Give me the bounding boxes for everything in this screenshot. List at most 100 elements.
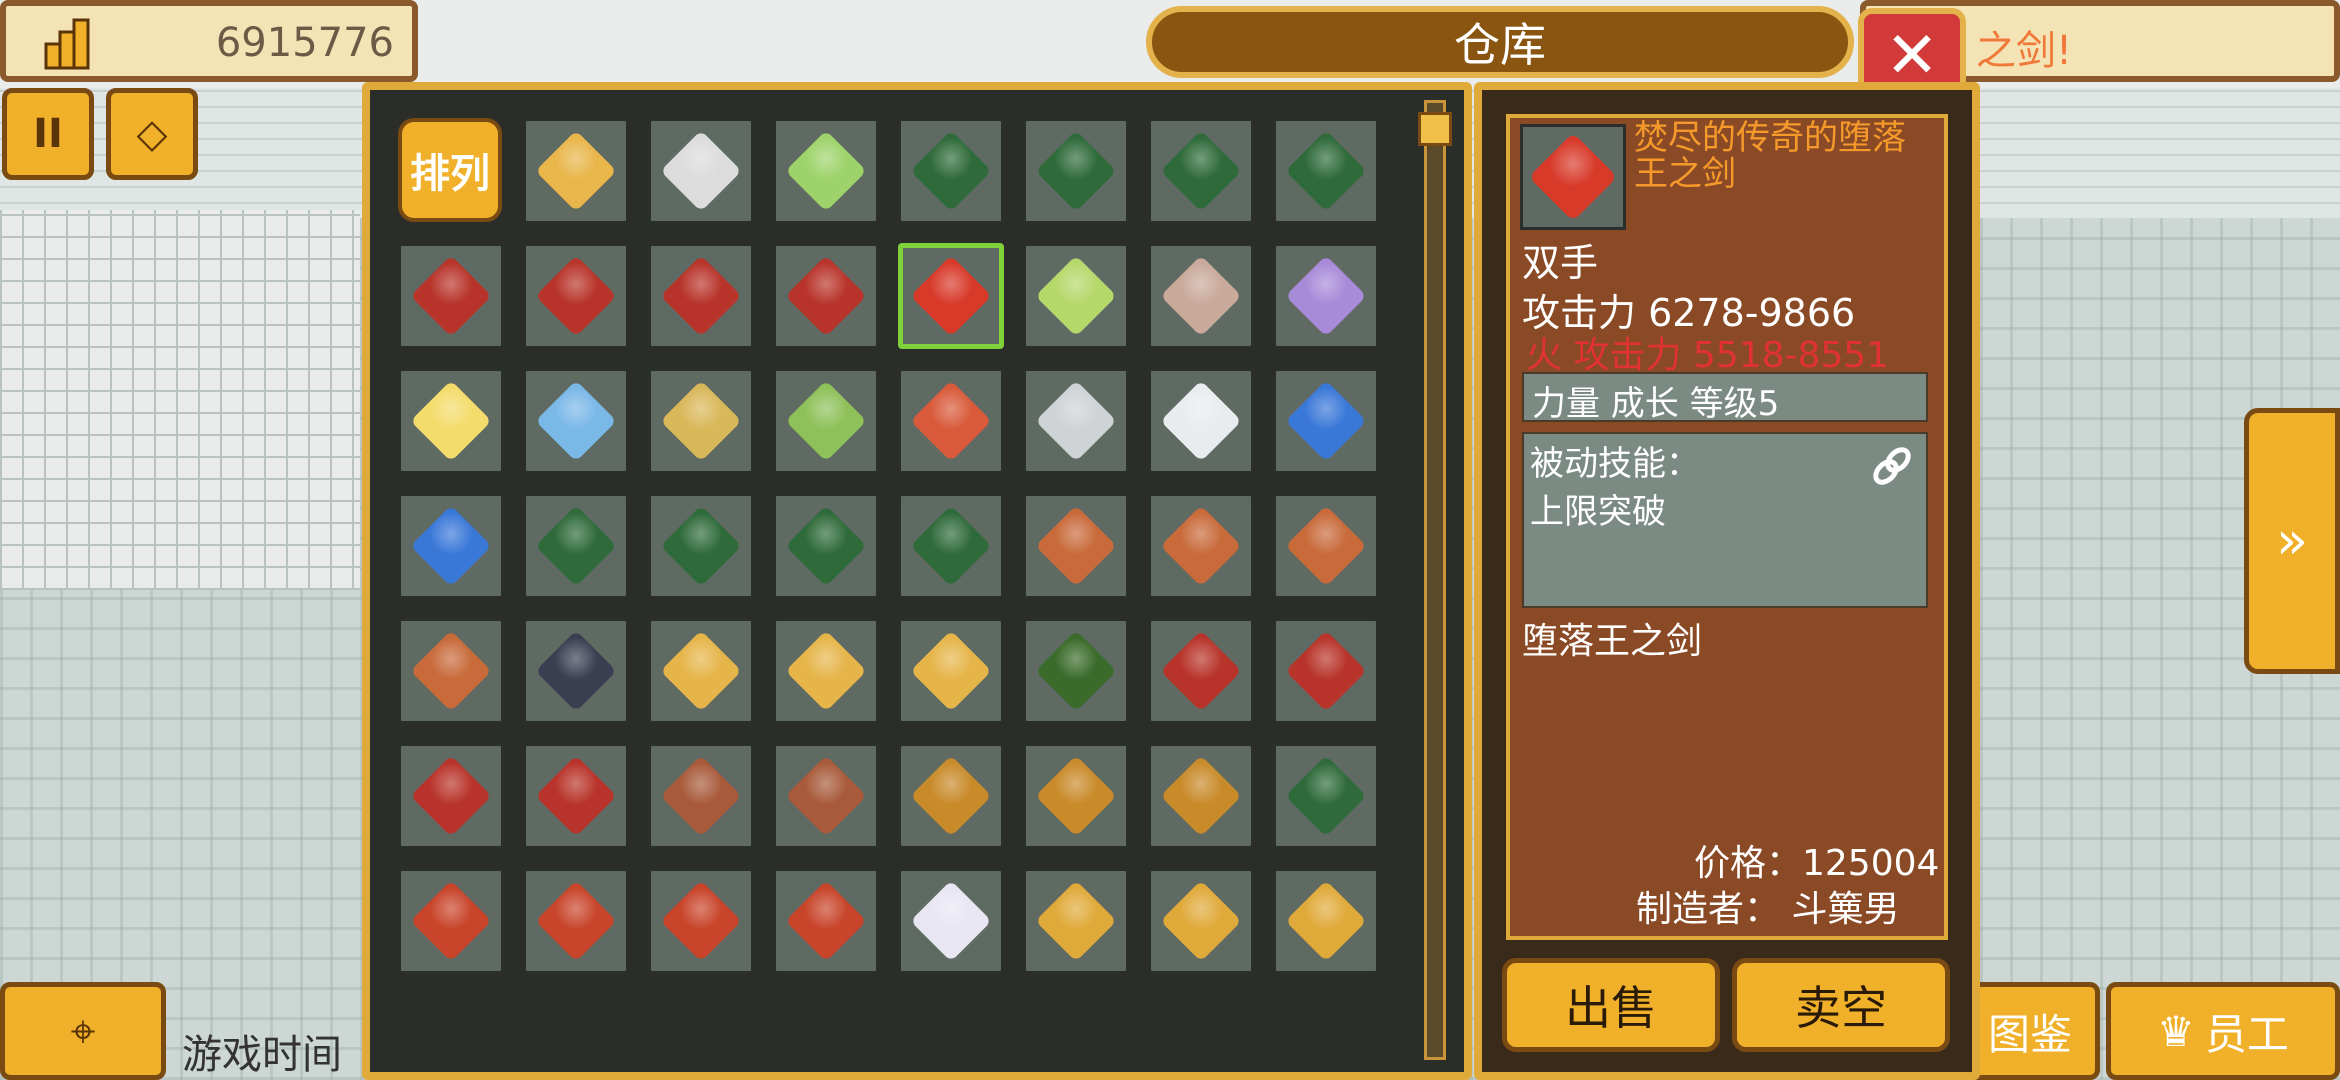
inventory-slot[interactable] — [898, 118, 1004, 224]
inventory-slot[interactable] — [398, 243, 504, 349]
inventory-slot[interactable] — [523, 493, 629, 599]
inventory-slot[interactable] — [898, 493, 1004, 599]
gold-crown-icon — [660, 630, 742, 712]
red-armor-icon — [785, 880, 867, 962]
inventory-slot[interactable] — [898, 743, 1004, 849]
inventory-slot[interactable] — [648, 243, 754, 349]
inventory-slot[interactable] — [398, 618, 504, 724]
gems-button[interactable]: ◇ — [106, 88, 198, 180]
inventory-slot[interactable] — [773, 868, 879, 974]
inventory-slot[interactable] — [773, 743, 879, 849]
pause-icon: II — [33, 111, 63, 157]
inventory-slot[interactable] — [1273, 243, 1379, 349]
green-armor-icon — [1285, 755, 1367, 837]
inventory-slot[interactable] — [1148, 868, 1254, 974]
inventory-slot[interactable] — [648, 368, 754, 474]
bronze-shield-icon — [1160, 505, 1242, 587]
inventory-slot[interactable] — [1273, 618, 1379, 724]
inventory-slot-selected[interactable] — [898, 243, 1004, 349]
bronze-shield-icon — [1035, 505, 1117, 587]
sell-all-button[interactable]: 卖空 — [1732, 958, 1950, 1052]
inventory-slot[interactable] — [1148, 743, 1254, 849]
inventory-slot[interactable] — [1148, 243, 1254, 349]
inventory-slot[interactable] — [1023, 493, 1129, 599]
move-icon: ⌖ — [70, 1005, 96, 1057]
inventory-slot[interactable] — [1023, 243, 1129, 349]
brown-cloak-icon — [660, 755, 742, 837]
next-page-button[interactable]: » — [2244, 408, 2340, 674]
inventory-slot[interactable] — [1273, 368, 1379, 474]
inventory-slot[interactable] — [523, 868, 629, 974]
inventory-slot[interactable] — [1148, 368, 1254, 474]
inventory-slot[interactable] — [898, 868, 1004, 974]
inventory-slot[interactable] — [648, 118, 754, 224]
inventory-slot[interactable] — [523, 618, 629, 724]
inventory-slot[interactable] — [398, 868, 504, 974]
gold-armor-icon — [1160, 755, 1242, 837]
inventory-slot[interactable] — [523, 743, 629, 849]
purple-staff-icon — [1285, 255, 1367, 337]
inventory-slot[interactable] — [1148, 493, 1254, 599]
pause-button[interactable]: II — [2, 88, 94, 180]
sell-label: 出售 — [1565, 981, 1657, 1035]
inventory-slot[interactable] — [648, 743, 754, 849]
gold-armor-icon — [910, 755, 992, 837]
crown-icon: ♛ — [2157, 1006, 2195, 1056]
green-sword-icon — [1285, 130, 1367, 212]
inventory-slot[interactable] — [398, 493, 504, 599]
inventory-slot[interactable] — [898, 368, 1004, 474]
ruby-ring-icon — [1160, 880, 1242, 962]
inventory-slot[interactable] — [1148, 118, 1254, 224]
skull-staff-icon — [1160, 255, 1242, 337]
inventory-slot[interactable] — [1023, 118, 1129, 224]
blue-crest-shield-icon — [410, 505, 492, 587]
item-name: 焚尽的传奇的堕落王之剑 — [1634, 118, 1906, 194]
sell-button[interactable]: 出售 — [1502, 958, 1720, 1052]
sort-button[interactable]: 排列 — [398, 118, 502, 222]
inventory-slot[interactable] — [648, 618, 754, 724]
gold-hammer-icon — [660, 380, 742, 462]
inventory-slot[interactable] — [773, 493, 879, 599]
item-price: 价格：125004 — [1694, 843, 1940, 884]
inventory-slot[interactable] — [523, 368, 629, 474]
bronze-shield-icon — [1285, 505, 1367, 587]
inventory-slot[interactable] — [1023, 743, 1129, 849]
inventory-slot[interactable] — [1273, 743, 1379, 849]
encyclopedia-button[interactable]: 图鉴 — [1960, 982, 2100, 1080]
inventory-slot[interactable] — [1273, 493, 1379, 599]
red-sword-icon — [1528, 132, 1618, 222]
inventory-slot[interactable] — [1023, 868, 1129, 974]
link-icon[interactable] — [1868, 442, 1916, 490]
inventory-slot[interactable] — [648, 868, 754, 974]
red-helmet-icon — [1285, 630, 1367, 712]
brown-cloak-icon — [785, 755, 867, 837]
bronze-shield-icon — [410, 630, 492, 712]
green-shield-icon — [535, 505, 617, 587]
inventory-slot[interactable] — [898, 618, 1004, 724]
inventory-slot[interactable] — [773, 118, 879, 224]
inventory-slot[interactable] — [1023, 368, 1129, 474]
golden-sword-icon — [535, 130, 617, 212]
staff-button[interactable]: ♛ 员工 — [2106, 982, 2340, 1080]
silver-round-shield-icon — [1035, 380, 1117, 462]
inventory-scrollbar[interactable] — [1424, 100, 1446, 1060]
inventory-slot[interactable] — [1148, 618, 1254, 724]
red-helmet-icon — [535, 755, 617, 837]
inventory-slot[interactable] — [773, 618, 879, 724]
inventory-slot[interactable] — [1023, 618, 1129, 724]
inventory-slot[interactable] — [398, 368, 504, 474]
star-wand-icon — [410, 380, 492, 462]
inventory-slot[interactable] — [523, 243, 629, 349]
move-button[interactable]: ⌖ — [0, 982, 166, 1080]
inventory-slot[interactable] — [523, 118, 629, 224]
green-gold-armor-icon — [1035, 630, 1117, 712]
inventory-slot[interactable] — [1273, 118, 1379, 224]
inventory-slot[interactable] — [1273, 868, 1379, 974]
inventory-slot[interactable] — [773, 368, 879, 474]
scrollbar-thumb[interactable] — [1418, 112, 1452, 146]
inventory-slot[interactable] — [773, 243, 879, 349]
inventory-slot[interactable] — [398, 743, 504, 849]
encyclopedia-label: 图鉴 — [1987, 1009, 2072, 1059]
inventory-slot[interactable] — [648, 493, 754, 599]
blue-crest-shield-icon — [1285, 380, 1367, 462]
